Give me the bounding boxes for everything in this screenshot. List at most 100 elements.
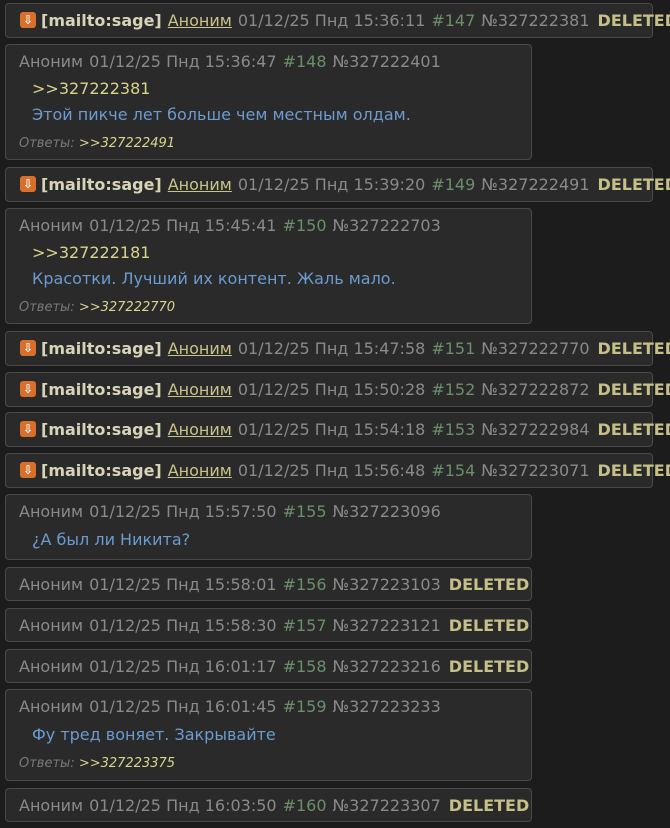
sage-icon <box>20 413 36 446</box>
post-id[interactable]: №327223121 <box>333 616 441 635</box>
post-number[interactable]: #160 <box>283 796 327 815</box>
post-id[interactable]: №327222703 <box>333 216 441 235</box>
post-text: Красотки. Лучший их контент. Жаль мало. <box>32 269 396 288</box>
sage-icon <box>20 454 36 487</box>
deleted-badge: DELETED <box>597 339 670 358</box>
post-id[interactable]: №327223307 <box>333 796 441 815</box>
post-147: [mailto:sage] Аноним 01/12/25 Пнд 15:36:11… <box>5 3 670 38</box>
post-number[interactable]: #154 <box>431 461 475 480</box>
post-id[interactable]: №327222381 <box>481 11 589 30</box>
answers-line: Ответы: >>327222491 <box>19 136 175 151</box>
post-number[interactable]: #158 <box>283 657 327 676</box>
deleted-badge: DELETED <box>597 420 670 439</box>
sage-icon <box>20 4 36 37</box>
post-header: [mailto:sage] Аноним 01/12/25 Пнд 15:54:18… <box>6 413 670 446</box>
post-id[interactable]: №327222984 <box>481 420 589 439</box>
post-number[interactable]: #152 <box>431 380 475 399</box>
mailto-label: [mailto:sage] <box>41 380 162 399</box>
post-id[interactable]: №327223233 <box>333 697 441 716</box>
mailto-label: [mailto:sage] <box>41 420 162 439</box>
post-id[interactable]: №327223103 <box>333 575 441 594</box>
poster-name: Аноним <box>19 502 84 521</box>
post-header: [mailto:sage] Аноним 01/12/25 Пнд 15:50:28… <box>6 373 670 406</box>
post-156: Аноним 01/12/25 Пнд 15:58:01 #156 №32722310… <box>5 567 532 601</box>
answer-link[interactable]: >>327223375 <box>79 756 175 771</box>
post-header: [mailto:sage] Аноним 01/12/25 Пнд 15:56:48… <box>6 454 670 487</box>
post-header: Аноним 01/12/25 Пнд 15:58:01 #156 №32722310… <box>6 568 531 601</box>
post-number[interactable]: #153 <box>431 420 475 439</box>
post-152: [mailto:sage] Аноним 01/12/25 Пнд 15:50:28… <box>5 372 670 407</box>
post-number[interactable]: #150 <box>283 216 327 235</box>
post-number[interactable]: #155 <box>283 502 327 521</box>
post-date: 01/12/25 Пнд 16:01:17 <box>89 657 277 676</box>
post-date: 01/12/25 Пнд 15:58:01 <box>89 575 277 594</box>
post-id[interactable]: №327223096 <box>333 502 441 521</box>
post-number[interactable]: #147 <box>431 11 475 30</box>
poster-name: Аноним <box>19 657 84 676</box>
deleted-badge: DELETED <box>448 796 530 815</box>
post-number[interactable]: #149 <box>431 175 475 194</box>
post-header: Аноним 01/12/25 Пнд 15:45:41 #150 №32722270… <box>6 209 531 242</box>
poster-name-link[interactable]: Аноним <box>168 461 232 480</box>
poster-name-link[interactable]: Аноним <box>168 380 232 399</box>
answers-label: Ответы: <box>19 756 75 771</box>
poster-name: Аноним <box>19 216 84 235</box>
reply-link[interactable]: >>327222181 <box>32 243 150 262</box>
post-date: 01/12/25 Пнд 16:01:45 <box>89 697 277 716</box>
mailto-label: [mailto:sage] <box>41 339 162 358</box>
post-154: [mailto:sage] Аноним 01/12/25 Пнд 15:56:48… <box>5 453 670 488</box>
deleted-badge: DELETED <box>448 657 530 676</box>
post-153: [mailto:sage] Аноним 01/12/25 Пнд 15:54:18… <box>5 412 670 447</box>
post-date: 01/12/25 Пнд 15:58:30 <box>89 616 277 635</box>
answers-line: Ответы: >>327222770 <box>19 300 175 315</box>
answer-link[interactable]: >>327222770 <box>79 300 175 315</box>
post-160: Аноним 01/12/25 Пнд 16:03:50 #160 №32722330… <box>5 788 532 822</box>
deleted-badge: DELETED <box>597 380 670 399</box>
post-date: 01/12/25 Пнд 15:57:50 <box>89 502 277 521</box>
post-id[interactable]: №327223071 <box>481 461 589 480</box>
poster-name-link[interactable]: Аноним <box>168 175 232 194</box>
post-header: Аноним 01/12/25 Пнд 16:01:45 #159 №32722323… <box>6 690 531 723</box>
post-date: 01/12/25 Пнд 15:47:58 <box>237 339 426 358</box>
sage-icon <box>20 373 36 406</box>
post-157: Аноним 01/12/25 Пнд 15:58:30 #157 №32722312… <box>5 608 532 642</box>
post-149: [mailto:sage] Аноним 01/12/25 Пнд 15:39:20… <box>5 167 670 202</box>
sage-icon <box>20 168 36 201</box>
post-number[interactable]: #159 <box>283 697 327 716</box>
post-date: 01/12/25 Пнд 15:36:11 <box>237 11 426 30</box>
post-151: [mailto:sage] Аноним 01/12/25 Пнд 15:47:58… <box>5 331 670 366</box>
post-number[interactable]: #151 <box>431 339 475 358</box>
post-number[interactable]: #157 <box>283 616 327 635</box>
answer-link[interactable]: >>327222491 <box>79 136 175 151</box>
post-header: Аноним 01/12/25 Пнд 15:57:50 #155 №32722309… <box>6 495 531 528</box>
poster-name-link[interactable]: Аноним <box>168 420 232 439</box>
post-number[interactable]: #156 <box>283 575 327 594</box>
post-150: Аноним 01/12/25 Пнд 15:45:41 #150 №32722270… <box>5 208 532 324</box>
post-148: Аноним 01/12/25 Пнд 15:36:47 #148 №32722240… <box>5 44 532 160</box>
post-id[interactable]: №327222872 <box>481 380 589 399</box>
post-date: 01/12/25 Пнд 15:45:41 <box>89 216 277 235</box>
post-id[interactable]: №327223216 <box>333 657 441 676</box>
post-text: ¿А был ли Никита? <box>32 530 191 549</box>
post-date: 01/12/25 Пнд 15:56:48 <box>237 461 426 480</box>
post-header: [mailto:sage] Аноним 01/12/25 Пнд 15:47:58… <box>6 332 670 365</box>
post-159: Аноним 01/12/25 Пнд 16:01:45 #159 №32722323… <box>5 689 532 781</box>
poster-name: Аноним <box>19 575 84 594</box>
post-id[interactable]: №327222491 <box>481 175 589 194</box>
post-date: 01/12/25 Пнд 15:39:20 <box>237 175 426 194</box>
poster-name: Аноним <box>19 697 84 716</box>
post-date: 01/12/25 Пнд 16:03:50 <box>89 796 277 815</box>
answers-line: Ответы: >>327223375 <box>19 756 175 771</box>
post-number[interactable]: #148 <box>283 52 327 71</box>
poster-name: Аноним <box>19 616 84 635</box>
mailto-label: [mailto:sage] <box>41 175 162 194</box>
poster-name: Аноним <box>19 52 84 71</box>
post-text: Этой пикче лет больше чем местным олдам. <box>32 105 411 124</box>
post-155: Аноним 01/12/25 Пнд 15:57:50 #155 №32722309… <box>5 494 532 560</box>
reply-link[interactable]: >>327222381 <box>32 79 150 98</box>
post-id[interactable]: №327222770 <box>481 339 589 358</box>
poster-name-link[interactable]: Аноним <box>168 339 232 358</box>
post-id[interactable]: №327222401 <box>333 52 441 71</box>
poster-name-link[interactable]: Аноним <box>168 11 232 30</box>
post-header: Аноним 01/12/25 Пнд 16:01:17 #158 №32722321… <box>6 650 531 683</box>
